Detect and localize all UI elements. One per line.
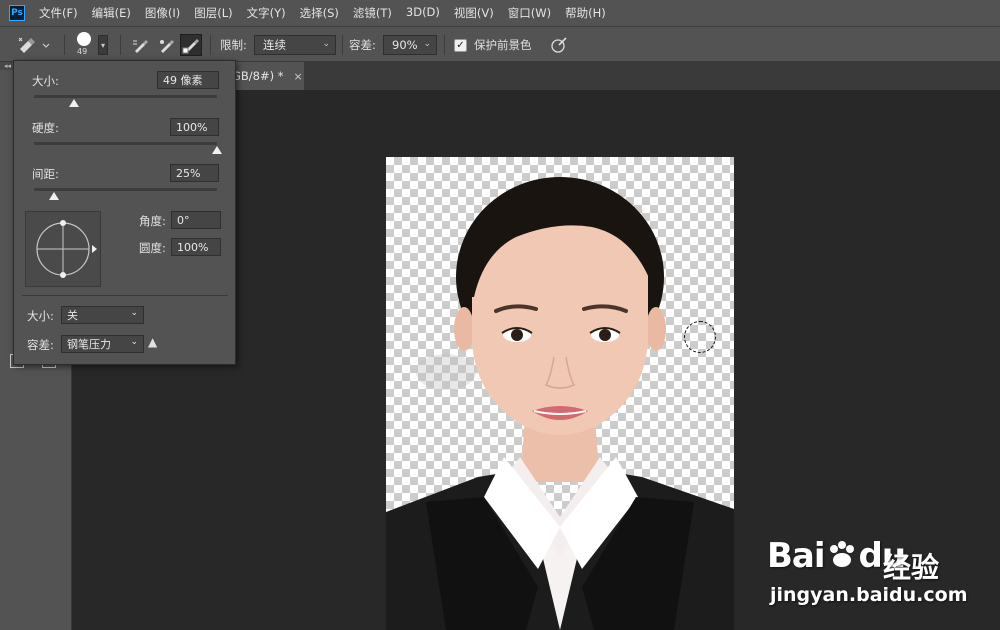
- sampling-once-button[interactable]: [156, 34, 178, 56]
- tool-preset-picker[interactable]: [16, 27, 56, 63]
- document-tab-title: GB/8#) *: [232, 69, 284, 83]
- photoshop-logo-icon[interactable]: Ps: [9, 5, 25, 21]
- limit-value: 连续: [263, 38, 286, 52]
- size-control-value: 关: [67, 309, 78, 322]
- menu-items: 文件(F) 编辑(E) 图像(I) 图层(L) 文字(Y) 选择(S) 滤镜(T) 3D(D)…: [39, 5, 620, 21]
- menu-item-8[interactable]: 视图(V): [454, 5, 494, 21]
- brush-angle-preview[interactable]: [25, 211, 101, 287]
- size-slider-thumb[interactable]: [69, 99, 80, 107]
- size-control-dropdown[interactable]: 关 ⌄: [61, 306, 144, 324]
- options-bar: 49 ▾ 限制: 连续 ⌄ 容差: 90% ⌄ ✓ 保护前景色: [0, 26, 1000, 62]
- angle-input[interactable]: 0°: [171, 211, 221, 229]
- tolerance-control-label: 容差:: [27, 338, 54, 352]
- hardness-label: 硬度:: [32, 121, 59, 135]
- pen-pressure-icon: [551, 37, 567, 53]
- chevron-down-icon: ⌄: [130, 337, 138, 347]
- protect-foreground-option[interactable]: ✓ 保护前景色: [454, 27, 532, 63]
- tolerance-label: 容差:: [349, 38, 376, 52]
- tolerance-value: 90%: [392, 38, 418, 52]
- spacing-slider-thumb[interactable]: [49, 192, 60, 200]
- warning-icon[interactable]: ▲: [148, 335, 157, 349]
- tolerance-input[interactable]: 90% ⌄: [383, 35, 437, 55]
- menu-bar: Ps 文件(F) 编辑(E) 图像(I) 图层(L) 文字(Y) 选择(S) 滤镜(T) 3D…: [0, 0, 1000, 26]
- menu-item-3[interactable]: 图层(L): [194, 5, 232, 21]
- watermark-brand-part1: Bai: [767, 536, 826, 576]
- menu-item-2[interactable]: 图像(I): [145, 5, 180, 21]
- eyedropper-swatch-icon: [182, 39, 199, 54]
- background-eraser-icon: [18, 37, 50, 53]
- hardness-input[interactable]: 100%: [170, 118, 219, 136]
- watermark-cn: 经验: [883, 551, 940, 584]
- chevron-down-icon: ⌄: [322, 39, 330, 49]
- sampling-background-swatch-button[interactable]: [180, 34, 202, 56]
- eyedropper-continuous-icon: [133, 40, 148, 53]
- spacing-slider[interactable]: [34, 188, 217, 191]
- brush-size-readout: 49: [77, 47, 88, 56]
- brush-cursor: [684, 321, 716, 353]
- tolerance-control-value: 钢笔压力: [67, 338, 111, 351]
- limit-dropdown[interactable]: 连续 ⌄: [254, 35, 336, 55]
- roundness-input[interactable]: 100%: [171, 238, 221, 256]
- brush-tip-preview: [77, 32, 91, 46]
- menu-item-7[interactable]: 3D(D): [406, 5, 440, 21]
- menu-item-6[interactable]: 滤镜(T): [353, 5, 392, 21]
- chevron-down-icon[interactable]: ⌄: [423, 39, 431, 49]
- hardness-slider[interactable]: [34, 142, 217, 145]
- menu-item-1[interactable]: 编辑(E): [92, 5, 131, 21]
- collapse-arrows-icon[interactable]: ◂◂: [4, 62, 11, 70]
- angle-roundness-widget: [36, 220, 97, 278]
- brush-preset-picker[interactable]: 49 ▾: [72, 27, 110, 63]
- chevron-down-icon[interactable]: ▾: [98, 35, 108, 55]
- spacing-input[interactable]: 25%: [170, 164, 219, 182]
- sampling-continuous-button[interactable]: [130, 34, 152, 56]
- size-slider[interactable]: [34, 95, 217, 98]
- tolerance-control-dropdown[interactable]: 钢笔压力 ⌄: [61, 335, 144, 353]
- close-icon[interactable]: ×: [294, 70, 303, 83]
- pressure-size-button[interactable]: [550, 27, 568, 63]
- protect-foreground-checkbox[interactable]: ✓: [454, 38, 467, 52]
- paw-logo-icon: [829, 541, 854, 567]
- roundness-label: 圆度:: [139, 241, 166, 255]
- brush-settings-popup: 大小: 49 像素 硬度: 100% 间距: 25% 角度: 0° 圆度: 10…: [13, 60, 236, 365]
- limit-label: 限制:: [220, 38, 247, 52]
- eyedropper-once-icon: [160, 40, 174, 53]
- protect-foreground-label: 保护前景色: [474, 38, 532, 52]
- portrait-photo: [386, 177, 734, 630]
- hardness-slider-thumb[interactable]: [212, 146, 222, 154]
- size-label: 大小:: [32, 74, 59, 88]
- menu-item-0[interactable]: 文件(F): [39, 5, 78, 21]
- menu-item-9[interactable]: 窗口(W): [508, 5, 551, 21]
- menu-item-10[interactable]: 帮助(H): [565, 5, 606, 21]
- spacing-label: 间距:: [32, 167, 59, 181]
- menu-item-4[interactable]: 文字(Y): [247, 5, 286, 21]
- watermark-url: jingyan.baidu.com: [770, 584, 968, 606]
- angle-label: 角度:: [139, 214, 166, 228]
- document-image[interactable]: [386, 157, 734, 630]
- size-input[interactable]: 49 像素: [157, 71, 219, 89]
- chevron-down-icon: ⌄: [130, 308, 138, 318]
- menu-item-5[interactable]: 选择(S): [300, 5, 339, 21]
- size-control-label: 大小:: [27, 309, 54, 323]
- panel-divider: [22, 295, 228, 296]
